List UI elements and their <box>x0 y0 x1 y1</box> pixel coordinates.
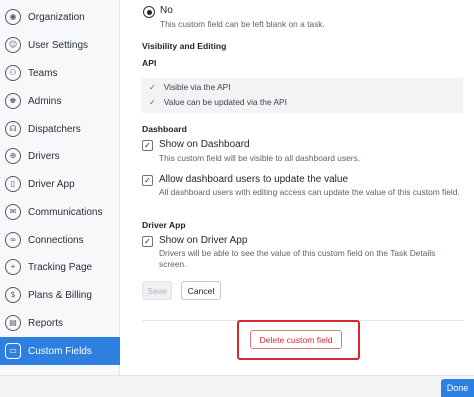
required-no-label: No <box>160 5 173 16</box>
steering-wheel-icon: ⊕ <box>5 148 21 164</box>
tracking-icon: ⌖ <box>5 259 21 275</box>
sidebar-item-teams[interactable]: ⚇ Teams <box>0 59 120 87</box>
done-button[interactable]: Done <box>441 379 474 397</box>
check-icon: ✓ <box>144 175 151 185</box>
sidebar-item-label: Drivers <box>28 150 60 162</box>
sidebar-item-label: Custom Fields <box>28 345 92 357</box>
sidebar-item-label: Communications <box>28 206 103 218</box>
user-icon: ☺ <box>5 37 21 53</box>
sidebar-item-label: User Settings <box>28 39 89 51</box>
show-on-driver-app-help: Drivers will be able to see the value of… <box>159 248 436 269</box>
sidebar-item-reports[interactable]: ▤ Reports <box>0 309 120 337</box>
sidebar-item-label: Dispatchers <box>28 123 81 135</box>
visibility-heading: Visibility and Editing <box>142 41 227 51</box>
show-on-driver-app-checkbox[interactable]: ✓ <box>142 236 153 247</box>
sidebar-item-driver-app[interactable]: ▯ Driver App <box>0 170 120 198</box>
show-on-dashboard-checkbox[interactable]: ✓ <box>142 140 153 151</box>
delete-custom-field-button[interactable]: Delete custom field <box>250 330 342 349</box>
reports-icon: ▤ <box>5 315 21 331</box>
sidebar-item-label: Teams <box>28 67 58 79</box>
api-heading: API <box>142 58 157 68</box>
admins-icon: ♚ <box>5 93 21 109</box>
headset-icon: ☊ <box>5 121 21 137</box>
sidebar-item-admins[interactable]: ♚ Admins <box>0 87 120 115</box>
required-no-radio[interactable] <box>143 6 155 18</box>
required-no-help: This custom field can be left blank on a… <box>160 19 325 29</box>
sidebar-item-label: Driver App <box>28 178 75 190</box>
sidebar-item-label: Reports <box>28 317 64 329</box>
api-permissions-box: ✓ Visible via the API ✓ Value can be upd… <box>141 78 463 113</box>
api-item-updatable: ✓ Value can be updated via the API <box>149 97 287 107</box>
check-icon: ✓ <box>144 236 151 246</box>
sidebar-item-connections[interactable]: ∞ Connections <box>0 226 120 254</box>
sidebar-item-dispatchers[interactable]: ☊ Dispatchers <box>0 115 120 143</box>
chat-icon: ✉ <box>5 204 21 220</box>
save-button[interactable]: Save <box>142 281 172 300</box>
sidebar-item-label: Admins <box>28 95 62 107</box>
settings-sidebar: ◉ Organization ☺ User Settings ⚇ Teams ♚… <box>0 0 120 397</box>
show-on-dashboard-label: Show on Dashboard <box>159 139 250 150</box>
api-item-visible: ✓ Visible via the API <box>149 82 231 92</box>
organization-icon: ◉ <box>5 9 21 25</box>
allow-dashboard-update-help: All dashboard users with editing access … <box>159 187 460 197</box>
dollar-icon: $ <box>5 287 21 303</box>
cancel-button[interactable]: Cancel <box>181 281 221 300</box>
check-icon: ✓ <box>149 82 156 92</box>
driver-app-heading: Driver App <box>142 220 186 230</box>
sidebar-item-organization[interactable]: ◉ Organization <box>0 3 120 31</box>
sidebar-item-user-settings[interactable]: ☺ User Settings <box>0 31 120 59</box>
teams-icon: ⚇ <box>5 65 21 81</box>
sidebar-item-plans-billing[interactable]: $ Plans & Billing <box>0 281 120 309</box>
custom-fields-icon: ▭ <box>5 343 21 359</box>
show-on-dashboard-help: This custom field will be visible to all… <box>159 153 361 163</box>
show-on-driver-app-label: Show on Driver App <box>159 235 248 246</box>
sidebar-item-label: Plans & Billing <box>28 289 92 301</box>
sidebar-item-label: Organization <box>28 11 85 23</box>
connections-icon: ∞ <box>5 232 21 248</box>
sidebar-item-custom-fields[interactable]: ▭ Custom Fields <box>0 337 120 365</box>
api-item-label: Value can be updated via the API <box>163 97 287 107</box>
sidebar-item-communications[interactable]: ✉ Communications <box>0 198 120 226</box>
sidebar-item-drivers[interactable]: ⊕ Drivers <box>0 142 120 170</box>
api-item-label: Visible via the API <box>163 82 231 92</box>
sidebar-item-label: Connections <box>28 234 84 246</box>
check-icon: ✓ <box>149 97 156 107</box>
sidebar-item-label: Tracking Page <box>28 261 93 273</box>
allow-dashboard-update-checkbox[interactable]: ✓ <box>142 175 153 186</box>
sidebar-item-tracking-page[interactable]: ⌖ Tracking Page <box>0 253 120 281</box>
check-icon: ✓ <box>144 140 151 150</box>
footer-bar <box>0 375 474 397</box>
phone-icon: ▯ <box>5 176 21 192</box>
dashboard-heading: Dashboard <box>142 124 187 134</box>
allow-dashboard-update-label: Allow dashboard users to update the valu… <box>159 174 349 185</box>
